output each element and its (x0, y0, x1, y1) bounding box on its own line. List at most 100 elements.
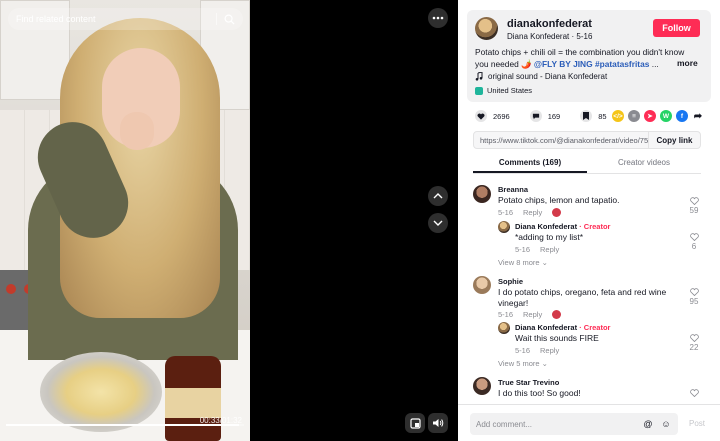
whatsapp-icon[interactable]: W (660, 110, 672, 122)
post-comment-button[interactable]: Post (689, 419, 705, 428)
location-name: United States (487, 86, 533, 95)
commenter-avatar[interactable] (473, 276, 491, 294)
view-more-replies[interactable]: View 8 more ⌄ (498, 258, 548, 267)
commenter-avatar[interactable] (473, 185, 491, 203)
video-url[interactable]: https://www.tiktok.com/@dianakonfederat/… (474, 136, 648, 145)
chevron-down-icon: ⌄ (541, 258, 548, 267)
chevron-up-icon (433, 193, 443, 199)
link-copy-field: https://www.tiktok.com/@dianakonfederat/… (473, 131, 701, 149)
reply-like-button[interactable]: 6 (684, 233, 704, 251)
save-button[interactable] (580, 110, 593, 122)
send-icon[interactable]: ➤ (644, 110, 656, 122)
mention-icon[interactable]: @ (642, 418, 654, 430)
more-options-button[interactable] (428, 8, 448, 28)
tab-comments[interactable]: Comments (169) (473, 154, 587, 173)
heart-outline-icon (689, 334, 699, 342)
heart-outline-icon (689, 233, 699, 241)
comment-meta: 5-16 Reply (498, 310, 562, 319)
timecode: 00:33/01:32 (199, 416, 242, 425)
description-ellipsis: ... (649, 59, 659, 69)
mention-link[interactable]: @FLY BY JING (534, 59, 593, 69)
chili-emoji: 🌶️ (521, 59, 532, 69)
comment-like-button[interactable]: 95 (684, 288, 704, 306)
heart-outline-icon (689, 389, 699, 397)
reply-button[interactable]: Reply (540, 245, 559, 254)
reply-author: Diana Konfederat (515, 323, 578, 332)
volume-button[interactable] (428, 413, 448, 433)
engagement-stats: 2696 169 85 (475, 110, 607, 122)
share-icons: </> ≡ ➤ W f ➦ (612, 110, 704, 122)
reply-date: 5-16 (515, 346, 531, 355)
jar-label (165, 388, 221, 418)
comment-like-button[interactable]: 59 (684, 197, 704, 215)
ellipsis-icon (432, 16, 444, 20)
reply-like-button[interactable]: 22 (684, 334, 704, 352)
search-placeholder: Find related content (16, 14, 96, 24)
reply-text: Wait this sounds FIRE (515, 333, 599, 343)
copy-link-button[interactable]: Copy link (648, 132, 700, 148)
reply-text: *adding to my list* (515, 232, 584, 242)
author-subtitle: Diana Konfederat · 5-16 (507, 32, 592, 41)
view-more-replies[interactable]: View 5 more ⌄ (498, 359, 548, 368)
comment-button[interactable] (529, 110, 542, 122)
sound-link[interactable]: original sound - Diana Konfederat (475, 72, 607, 81)
creator-reply-avatar[interactable] (498, 221, 510, 233)
comment-input[interactable]: Add comment... @ ☺ (470, 413, 678, 435)
post-date: 5-16 (576, 32, 593, 41)
next-video-button[interactable] (428, 213, 448, 233)
more-button[interactable]: more (677, 58, 698, 68)
reply-author-name[interactable]: Diana Konfederat · Creator (515, 222, 610, 231)
commenter-name[interactable]: Sophie (498, 277, 523, 286)
heart-outline-icon (689, 197, 699, 205)
facebook-icon[interactable]: f (676, 110, 688, 122)
details-panel: dianakonfederat Diana Konfederat · 5-16 … (458, 0, 720, 441)
reply-button[interactable]: Reply (540, 346, 559, 355)
like-button[interactable] (475, 110, 487, 122)
hashtag-link[interactable]: #patatasfritas (595, 59, 649, 69)
share-arrow-icon[interactable]: ➦ (692, 110, 704, 122)
chevron-down-icon: ⌄ (541, 359, 548, 368)
reply-like-count: 22 (689, 343, 699, 352)
comment-icon (532, 113, 539, 119)
comment-like-button[interactable] (684, 389, 704, 398)
reply-meta: 5-16 Reply (515, 346, 559, 355)
plate-of-chips (40, 352, 162, 432)
creator-reply-avatar[interactable] (498, 322, 510, 334)
volume-icon (433, 419, 444, 427)
search-divider (216, 13, 217, 25)
location-icon (475, 86, 483, 95)
comment-text: I do this too! So good! (498, 388, 581, 398)
author-username[interactable]: dianakonfederat (507, 18, 592, 30)
comment-date: 5-16 (498, 208, 514, 217)
reply-button[interactable]: Reply (523, 208, 542, 217)
creator-liked-avatar (552, 310, 562, 319)
post-description: Potato chips + chili oil = the combinati… (475, 46, 693, 70)
floating-player-button[interactable] (405, 413, 425, 433)
video-stage: Find related content 00:33/01:32 (0, 0, 458, 441)
search-icon[interactable] (224, 14, 235, 25)
commenter-name[interactable]: Breanna (498, 185, 528, 194)
friends-icon[interactable]: ≡ (628, 110, 640, 122)
emoji-icon[interactable]: ☺ (660, 418, 672, 430)
comment-composer: Add comment... @ ☺ Post (458, 404, 720, 441)
author-avatar[interactable] (475, 17, 498, 40)
comment-meta: 5-16 Reply (498, 208, 562, 217)
embed-icon[interactable]: </> (612, 110, 624, 122)
video-player[interactable]: Find related content 00:33/01:32 (0, 0, 250, 441)
location-tag[interactable]: United States (475, 86, 532, 95)
tab-creator-videos[interactable]: Creator videos (587, 154, 701, 173)
person-hand (120, 112, 154, 150)
related-search-bar[interactable]: Find related content (8, 8, 243, 30)
comment-text: I do potato chips, oregano, feta and red… (498, 287, 667, 308)
view-more-label: View 5 more (498, 359, 540, 368)
music-note-icon (475, 72, 483, 81)
reply-author-name[interactable]: Diana Konfederat · Creator (515, 323, 610, 332)
commenter-name[interactable]: True Star Trevino (498, 378, 559, 387)
reply-like-count: 6 (691, 242, 697, 251)
comment-input-placeholder: Add comment... (476, 419, 533, 429)
previous-video-button[interactable] (428, 186, 448, 206)
follow-button[interactable]: Follow (653, 19, 700, 37)
reply-button[interactable]: Reply (523, 310, 542, 319)
heart-icon (477, 113, 485, 120)
commenter-avatar[interactable] (473, 377, 491, 395)
